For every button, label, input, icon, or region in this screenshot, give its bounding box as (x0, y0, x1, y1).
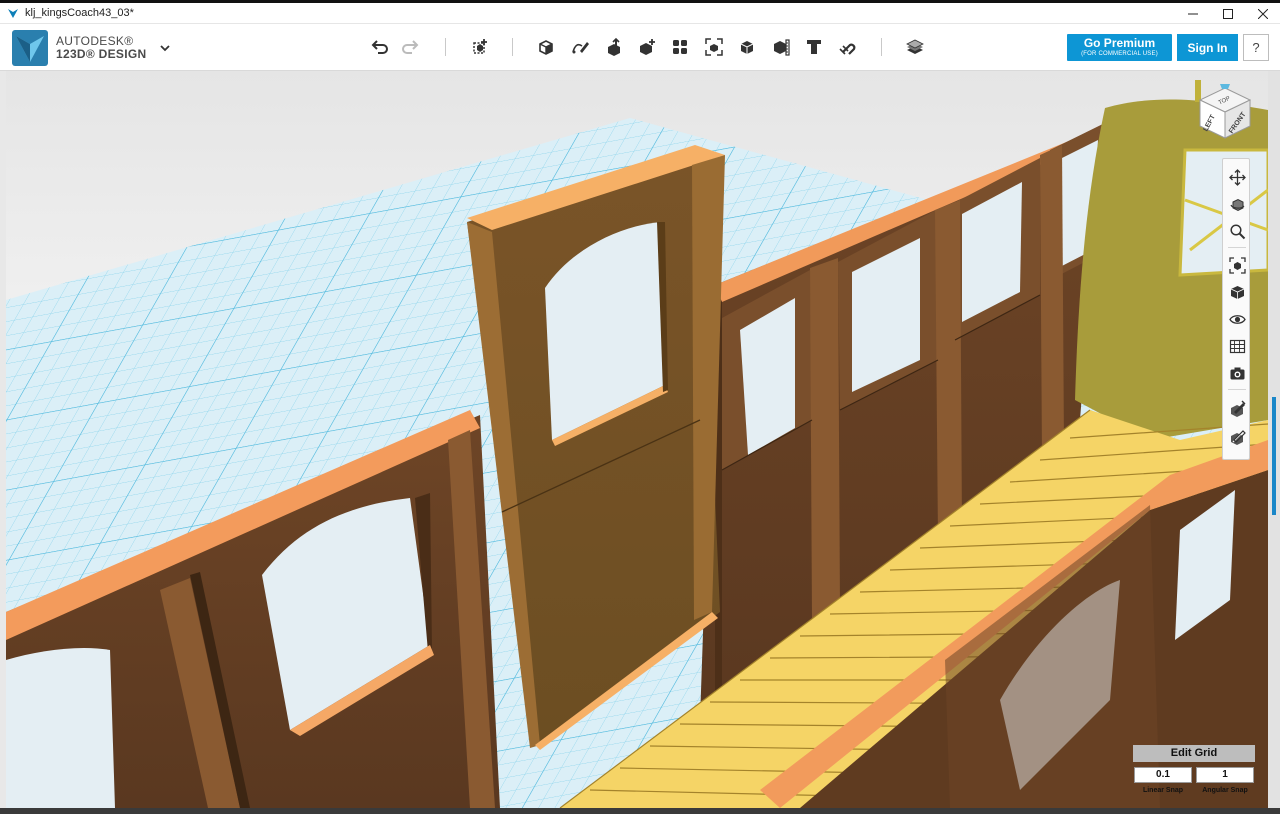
taskbar-edge (0, 808, 1280, 814)
material-tool[interactable] (902, 34, 928, 60)
pattern-icon (673, 40, 687, 54)
premium-sublabel: (FOR COMMERCIAL USE) (1081, 51, 1158, 57)
grouping-tool[interactable] (701, 34, 727, 60)
selection-filter-button[interactable] (1226, 425, 1248, 447)
zoom-button[interactable] (1226, 220, 1248, 242)
toolbar-separator (445, 38, 446, 56)
close-icon (1257, 8, 1268, 19)
snap-options-icon (1230, 400, 1245, 417)
orbit-button[interactable] (1226, 193, 1248, 215)
sketch-tool[interactable] (567, 34, 593, 60)
grouping-icon (705, 38, 723, 56)
panel-toggle-handle[interactable] (1272, 397, 1276, 515)
window-title: klj_kingsCoach43_03* (25, 7, 134, 19)
views-button[interactable] (1226, 281, 1248, 303)
material-display-button[interactable] (1226, 335, 1248, 357)
modify-icon (640, 39, 655, 55)
construct-icon (608, 37, 620, 56)
viewport-right-border (1268, 71, 1280, 808)
close-button[interactable] (1245, 3, 1280, 24)
navigation-bar (1222, 158, 1250, 460)
transform-icon (473, 39, 487, 54)
combine-icon (740, 41, 754, 54)
primitives-icon (539, 40, 553, 55)
construct-tool[interactable] (601, 34, 627, 60)
snap-options-button[interactable] (1226, 397, 1248, 419)
views-icon (1230, 285, 1244, 299)
redo-button[interactable] (398, 34, 424, 60)
edit-grid-panel: Edit Grid 0.1 1 Linear Snap Angular Snap (1133, 745, 1255, 801)
maximize-button[interactable] (1210, 3, 1245, 24)
maximize-icon (1222, 8, 1233, 19)
navbar-separator (1228, 247, 1246, 248)
angular-snap-field[interactable]: 1 (1196, 767, 1254, 783)
window-controls (1175, 3, 1280, 24)
linear-snap-label: Linear Snap (1142, 787, 1184, 794)
snap-icon (839, 43, 856, 55)
premium-label: Go Premium (1083, 36, 1156, 50)
text-icon (807, 40, 821, 54)
screenshot-button[interactable] (1226, 362, 1248, 384)
fit-icon (1228, 256, 1246, 274)
text-tool[interactable] (801, 34, 827, 60)
visibility-icon (1228, 314, 1246, 324)
autodesk-logo-icon[interactable] (12, 30, 48, 66)
brand-name: AUTODESK® 123D® DESIGN (56, 35, 146, 61)
primitives-tool[interactable] (533, 34, 559, 60)
material-display-icon (1229, 339, 1245, 353)
measure-tool[interactable] (768, 34, 794, 60)
redo-icon (402, 40, 419, 54)
view-cube[interactable]: TOP LEFT FRONT (1196, 84, 1254, 142)
transform-tool[interactable] (467, 34, 493, 60)
3d-viewport[interactable] (6, 71, 1268, 808)
combine-tool[interactable] (734, 34, 760, 60)
linear-snap-field[interactable]: 0.1 (1134, 767, 1192, 783)
measure-icon (774, 39, 790, 56)
undo-button[interactable] (366, 34, 392, 60)
scene-canvas[interactable] (6, 71, 1268, 808)
modify-tool[interactable] (634, 34, 660, 60)
minimize-button[interactable] (1175, 3, 1210, 24)
brand-line-2: 123D® DESIGN (56, 47, 147, 61)
help-button[interactable]: ? (1243, 34, 1269, 61)
navbar-separator (1228, 389, 1246, 390)
angular-snap-label: Angular Snap (1202, 787, 1248, 794)
screenshot-icon (1230, 367, 1244, 379)
go-premium-button[interactable]: Go Premium (FOR COMMERCIAL USE) (1067, 34, 1172, 61)
fit-button[interactable] (1226, 254, 1248, 276)
material-icon (906, 39, 924, 54)
edit-grid-button[interactable]: Edit Grid (1133, 745, 1255, 762)
pan-button[interactable] (1226, 166, 1248, 188)
zoom-icon (1229, 223, 1245, 239)
toolbar-separator (512, 38, 513, 56)
pattern-tool[interactable] (667, 34, 693, 60)
window-title-bar: klj_kingsCoach43_03* (0, 3, 1280, 24)
app-title-icon (8, 9, 18, 18)
snap-tool[interactable] (834, 34, 860, 60)
app-header: AUTODESK® 123D® DESIGN Go Premium (FOR C… (0, 24, 1280, 71)
orbit-icon (1229, 198, 1244, 211)
chevron-down-icon[interactable] (158, 41, 172, 55)
selection-filter-icon (1230, 429, 1246, 445)
sketch-icon (572, 42, 589, 54)
minimize-icon (1187, 13, 1198, 14)
toolbar-separator (881, 38, 882, 56)
sign-in-button[interactable]: Sign In (1177, 34, 1238, 61)
undo-icon (371, 40, 388, 54)
pan-icon (1228, 168, 1246, 186)
visibility-button[interactable] (1226, 308, 1248, 330)
